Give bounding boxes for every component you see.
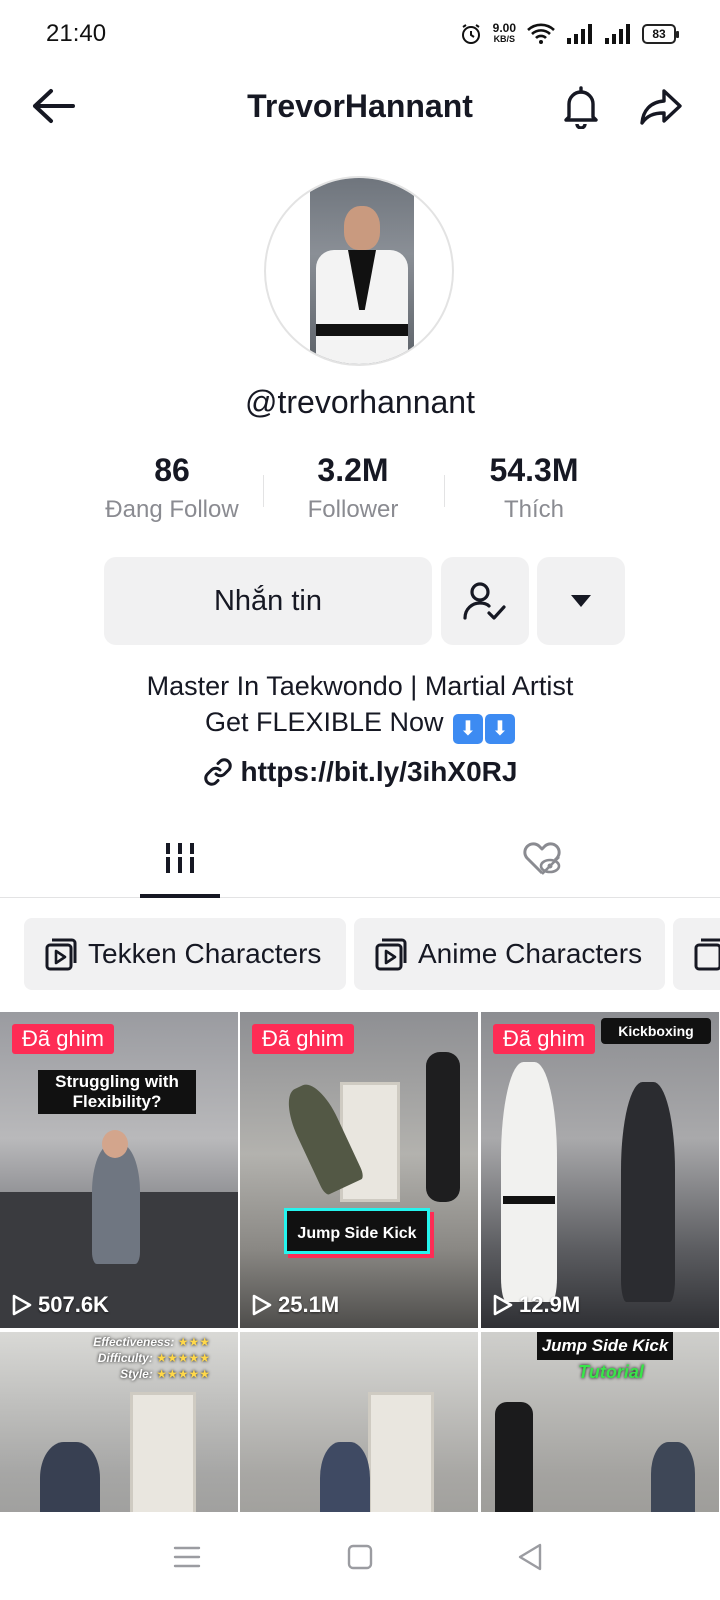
battery-icon: 83 [642, 24, 679, 44]
system-nav-bar [0, 1512, 720, 1600]
view-count: 507.6K [12, 1292, 109, 1318]
video-tile[interactable]: Jump Side Kick Đã ghim 25.1M [240, 1012, 478, 1328]
play-icon [493, 1294, 513, 1316]
view-count: 25.1M [252, 1292, 339, 1318]
video-tile[interactable]: Kickboxing Đã ghim 12.9M [481, 1012, 719, 1328]
avatar[interactable] [264, 176, 454, 366]
video-tile[interactable]: Effectiveness: ★★★ Difficulty: ★★★★★ Sty… [0, 1332, 238, 1512]
signal-icon-2 [605, 24, 630, 44]
video-caption: Struggling with Flexibility? [38, 1070, 196, 1114]
video-tile[interactable] [240, 1332, 478, 1512]
playlist-label: Anime Characters [418, 938, 643, 969]
network-speed: 9.00 KB/S [492, 21, 516, 45]
bio-line-2-text: Get FLEXIBLE Now [204, 707, 444, 737]
rating-line: Effectiveness: ★★★ [93, 1335, 210, 1349]
user-check-icon [463, 582, 506, 620]
active-tab-indicator [140, 894, 220, 898]
stat-following-label: Đang Follow [105, 496, 239, 523]
video-caption: Kickboxing [601, 1018, 711, 1044]
message-button[interactable]: Nhắn tin [104, 557, 432, 645]
profile-username: @trevorhannant [245, 384, 475, 420]
playlist-chip-partial[interactable] [673, 918, 720, 990]
down-arrow-emoji-icon: ⬇ [453, 714, 484, 744]
tab-videos[interactable] [140, 818, 220, 898]
hidden-heart-icon [523, 842, 561, 875]
content-tabs [0, 818, 720, 898]
bio-line-2: Get FLEXIBLE Now ⬇ ⬇ [0, 704, 720, 744]
pinned-badge: Đã ghim [12, 1024, 114, 1054]
video-tile[interactable]: Struggling with Flexibility? Đã ghim 507… [0, 1012, 238, 1328]
view-count-value: 12.9M [519, 1292, 581, 1317]
video-subcaption: Tutorial [578, 1362, 644, 1382]
stat-likes-label: Thích [503, 496, 565, 523]
more-options-button[interactable] [537, 557, 625, 645]
stat-followers[interactable]: 3.2M Follower [268, 450, 438, 524]
home-square-icon [347, 1544, 373, 1570]
status-bar: 21:40 9.00 KB/S 83 [0, 0, 720, 70]
playlist-chip[interactable]: Anime Characters [354, 918, 665, 990]
view-count-value: 25.1M [278, 1292, 340, 1317]
video-tile[interactable]: Jump Side Kick Tutorial [481, 1332, 719, 1512]
stat-likes-value: 54.3M [489, 452, 579, 488]
share-button[interactable] [638, 84, 684, 130]
triangle-back-icon [518, 1543, 542, 1571]
down-arrow-emoji-icon: ⬇ [485, 714, 516, 744]
playlist-label: Tekken Characters [88, 938, 322, 969]
rating-line: Difficulty: ★★★★★ [97, 1351, 210, 1365]
pinned-badge: Đã ghim [252, 1024, 354, 1054]
bio-link-text: https://bit.ly/3ihX0RJ [240, 756, 518, 787]
playlists-row: Tekken Characters Anime Characters [0, 918, 720, 990]
page-title: TrevorHannant [247, 88, 473, 124]
recent-apps-button[interactable] [162, 1532, 212, 1582]
playlist-chip[interactable]: Tekken Characters [24, 918, 346, 990]
link-icon [203, 758, 232, 786]
grid-columns-icon [164, 843, 196, 873]
bio-line-1: Master In Taekwondo | Martial Artist [146, 671, 574, 701]
profile-actions: Nhắn tin [0, 557, 720, 645]
bell-icon [564, 86, 598, 129]
stat-divider [263, 475, 264, 507]
playlist-icon [45, 938, 77, 971]
battery-level: 83 [652, 27, 666, 41]
status-icons: 9.00 KB/S 83 [459, 21, 679, 46]
stat-following[interactable]: 86 Đang Follow [87, 450, 257, 524]
stat-divider [444, 475, 445, 507]
play-icon [12, 1294, 32, 1316]
wifi-icon [527, 23, 555, 44]
video-grid: Struggling with Flexibility? Đã ghim 507… [0, 1012, 720, 1512]
video-caption: Jump Side Kick [537, 1332, 673, 1360]
playlist-icon [375, 938, 407, 971]
following-button[interactable] [441, 557, 529, 645]
tab-liked[interactable] [502, 818, 582, 898]
play-icon [252, 1294, 272, 1316]
rating-line: Style: ★★★★★ [120, 1367, 210, 1381]
bio-link[interactable]: https://bit.ly/3ihX0RJ [0, 756, 720, 788]
home-button[interactable] [335, 1532, 385, 1582]
stat-following-value: 86 [154, 452, 190, 488]
network-speed-value: 9.00 [492, 21, 516, 35]
stat-followers-value: 3.2M [317, 452, 389, 488]
avatar-photo [310, 178, 414, 364]
stat-followers-label: Follower [307, 496, 399, 523]
network-speed-unit: KB/S [493, 34, 516, 44]
video-caption: Jump Side Kick [284, 1208, 430, 1254]
menu-icon [173, 1546, 201, 1568]
system-back-button[interactable] [505, 1532, 555, 1582]
profile-bio: Master In Taekwondo | Martial Artist Get… [0, 668, 720, 744]
caret-down-icon [571, 595, 591, 607]
status-time: 21:40 [46, 20, 107, 47]
pinned-badge: Đã ghim [493, 1024, 595, 1054]
alarm-icon [461, 24, 480, 44]
view-count: 12.9M [493, 1292, 580, 1318]
stat-likes[interactable]: 54.3M Thích [449, 450, 619, 524]
signal-icon [567, 24, 592, 44]
playlist-icon [694, 938, 720, 971]
rating-overlay: Effectiveness: ★★★ Difficulty: ★★★★★ Sty… [30, 1334, 210, 1382]
profile-stats: 86 Đang Follow 3.2M Follower 54.3M Thích [0, 450, 720, 530]
share-arrow-icon [640, 89, 682, 125]
view-count-value: 507.6K [38, 1292, 109, 1317]
profile-header: TrevorHannant [0, 70, 720, 142]
notifications-button[interactable] [558, 84, 604, 130]
